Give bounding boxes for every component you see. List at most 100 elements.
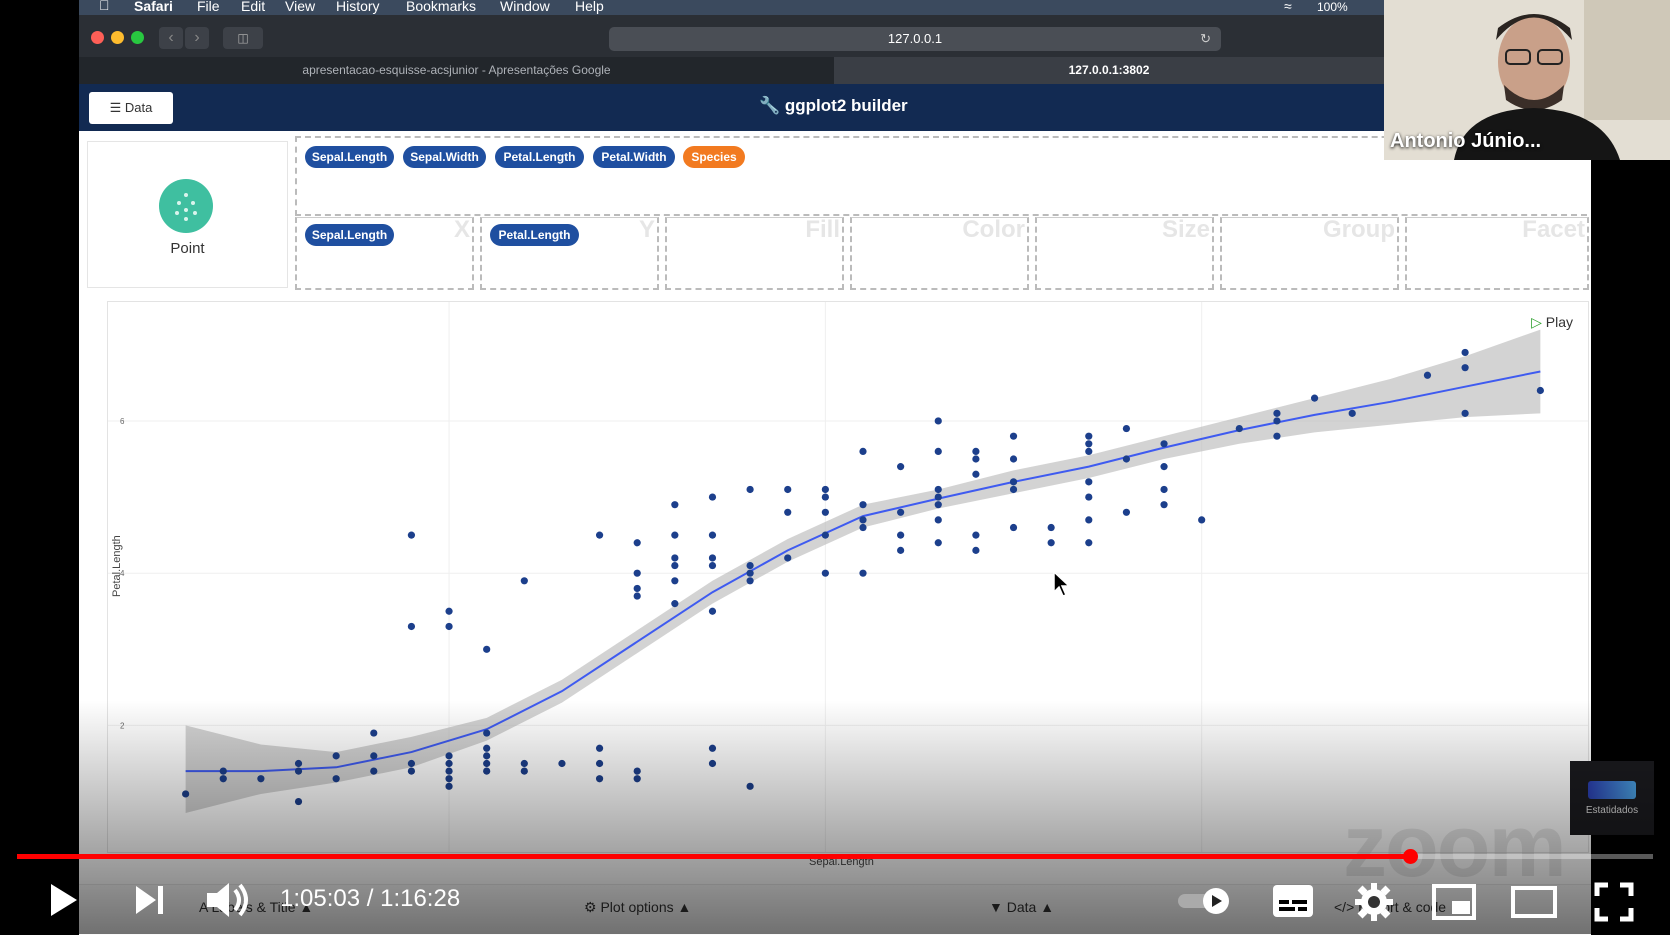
variable-petal-length[interactable]: Petal.Length — [495, 146, 584, 168]
address-bar[interactable]: 127.0.0.1 ↻ — [609, 27, 1221, 51]
browser-tab-bar: apresentacao-esquisse-acsjunior - Aprese… — [79, 57, 1384, 84]
point-geom-icon — [159, 179, 213, 233]
data-point — [784, 508, 792, 516]
slot-label: X — [453, 216, 470, 243]
autoplay-toggle[interactable] — [1176, 886, 1236, 921]
slot-facet[interactable]: Facet — [1405, 216, 1589, 290]
data-point — [595, 775, 604, 783]
data-point — [1047, 523, 1055, 532]
variable-sepal-width[interactable]: Sepal.Width — [403, 146, 486, 168]
data-point — [671, 600, 679, 608]
time-separator: / — [360, 885, 381, 912]
slot-y-variable[interactable]: Petal.Length — [490, 224, 579, 246]
data-point — [972, 546, 980, 554]
data-point — [294, 759, 303, 768]
data-point — [407, 531, 416, 539]
geom-selector[interactable]: Point — [87, 141, 288, 288]
current-time: 1:05:03 — [280, 885, 361, 912]
data-point — [294, 797, 303, 806]
progress-scrubber[interactable] — [1403, 849, 1418, 864]
autoplay-icon — [1178, 888, 1229, 914]
participant-name: Antonio Júnio... — [1390, 130, 1542, 152]
data-point — [1160, 440, 1168, 448]
data-point — [633, 592, 641, 600]
slot-label: Y — [638, 216, 655, 243]
tab-plot-options[interactable]: ⚙ Plot options ▲ — [584, 899, 691, 916]
data-point — [370, 752, 378, 760]
slot-fill[interactable]: Fill — [665, 216, 844, 290]
tab-label: apresentacao-esquisse-acsjunior - Aprese… — [302, 63, 611, 77]
apple-icon[interactable]:  — [99, 0, 110, 13]
slot-label: Facet — [1522, 216, 1585, 243]
app-title-text: ggplot2 builder — [784, 96, 908, 115]
data-point — [407, 622, 416, 631]
variable-species[interactable]: Species — [683, 146, 745, 168]
data-point — [934, 417, 942, 425]
tab-label: 127.0.0.1:3802 — [1068, 63, 1150, 77]
play-pause-button[interactable] — [45, 880, 81, 925]
theater-mode-button[interactable] — [1511, 886, 1557, 923]
data-button-label: Data — [124, 100, 153, 115]
data-point — [407, 767, 416, 775]
data-point — [407, 759, 416, 768]
close-window-button[interactable] — [91, 31, 104, 44]
menu-item-edit[interactable]: Edit — [241, 0, 265, 14]
subtitles-button[interactable] — [1272, 884, 1314, 923]
reload-icon[interactable]: ↻ — [1200, 27, 1211, 51]
y-tick-label: 6 — [120, 417, 125, 426]
data-point — [897, 546, 905, 554]
subtitles-icon — [1273, 885, 1313, 917]
data-point — [1009, 432, 1018, 440]
menu-item-bookmarks[interactable]: Bookmarks — [406, 0, 476, 14]
variable-sepal-length[interactable]: Sepal.Length — [305, 146, 394, 168]
sidebar-toggle-icon[interactable]: ◫ — [223, 27, 263, 49]
data-point — [708, 531, 717, 539]
tab-data[interactable]: ▼ Data ▲ — [989, 899, 1054, 915]
menu-item-window[interactable]: Window — [500, 0, 550, 14]
data-point — [219, 767, 227, 775]
menu-item-help[interactable]: Help — [575, 0, 604, 14]
slot-group[interactable]: Group — [1220, 216, 1399, 290]
play-button[interactable]: ▷ Play — [1531, 314, 1573, 331]
data-point — [1461, 409, 1469, 417]
settings-button[interactable] — [1354, 882, 1394, 927]
data-point — [1461, 364, 1469, 372]
variable-petal-width[interactable]: Petal.Width — [593, 146, 675, 168]
maximize-window-button[interactable] — [131, 31, 144, 44]
menu-item-file[interactable]: File — [197, 0, 220, 14]
miniplayer-icon — [1432, 884, 1476, 920]
data-point — [859, 447, 867, 456]
slot-color[interactable]: Color — [850, 216, 1029, 290]
data-point — [972, 531, 980, 539]
data-point — [1310, 394, 1319, 402]
volume-button[interactable] — [205, 880, 251, 925]
slot-x-variable[interactable]: Sepal.Length — [305, 224, 394, 246]
duration: 1:16:28 — [380, 885, 461, 912]
forward-icon[interactable]: › — [185, 27, 209, 49]
data-point — [746, 569, 754, 577]
data-button[interactable]: ☰ Data — [89, 92, 173, 124]
data-point — [934, 447, 942, 456]
geom-label: Point — [170, 240, 205, 257]
tab-google-slides[interactable]: apresentacao-esquisse-acsjunior - Aprese… — [79, 57, 834, 84]
data-point — [1348, 409, 1356, 417]
data-point — [483, 729, 491, 737]
data-point — [633, 584, 641, 593]
data-point — [1423, 371, 1432, 379]
slot-size[interactable]: Size — [1035, 216, 1214, 290]
scatter-chart: 246Petal.Length — [108, 302, 1588, 852]
wifi-icon[interactable]: ≈ — [1284, 0, 1292, 14]
fullscreen-button[interactable] — [1594, 882, 1634, 927]
data-point — [294, 767, 303, 775]
miniplayer-button[interactable] — [1432, 884, 1476, 925]
slot-x[interactable]: X Sepal.Length — [295, 216, 474, 290]
next-video-button[interactable] — [132, 882, 168, 923]
back-icon[interactable]: ‹ — [159, 27, 183, 49]
data-point — [859, 569, 867, 577]
minimize-window-button[interactable] — [111, 31, 124, 44]
menu-item-safari[interactable]: Safari — [134, 0, 173, 14]
slot-y[interactable]: Y Petal.Length — [480, 216, 659, 290]
menu-item-history[interactable]: History — [336, 0, 380, 14]
menu-item-view[interactable]: View — [285, 0, 315, 14]
tab-esquisse-app[interactable]: 127.0.0.1:3802 — [834, 57, 1384, 84]
